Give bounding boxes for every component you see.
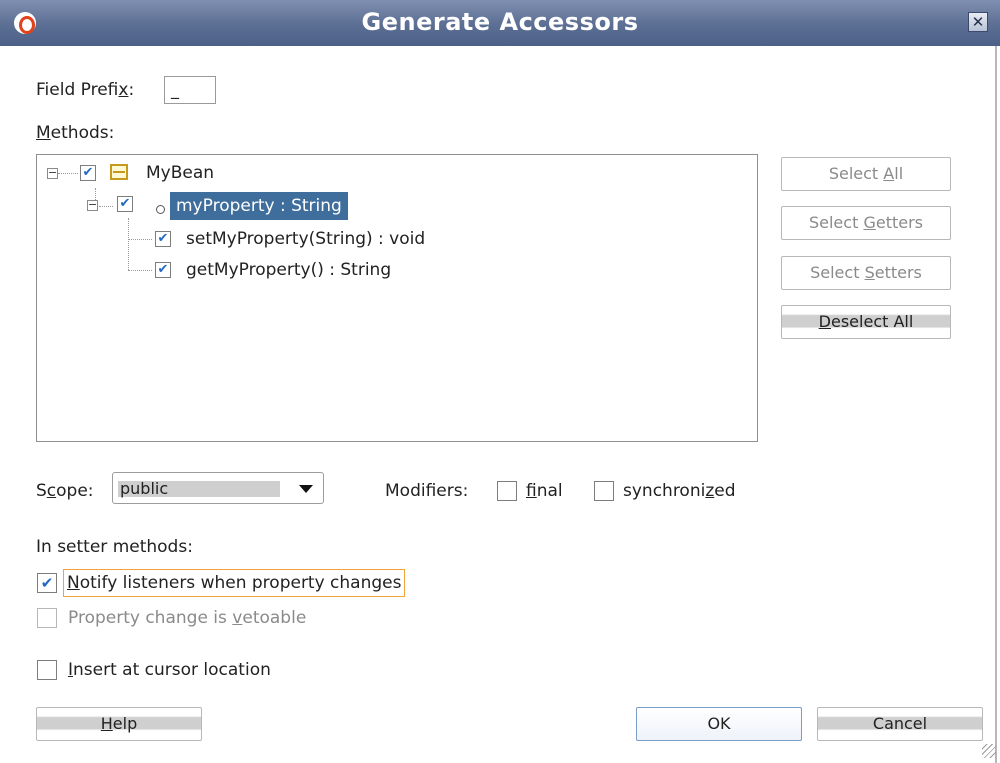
- notify-checkbox[interactable]: [37, 573, 57, 593]
- scope-value: public: [118, 481, 280, 497]
- vetoable-checkbox[interactable]: [37, 608, 57, 628]
- select-all-button[interactable]: Select All: [781, 157, 951, 191]
- final-label: final: [526, 481, 563, 501]
- close-icon[interactable]: ✕: [968, 12, 988, 32]
- getter-checkbox[interactable]: [155, 262, 171, 278]
- tree-property-label[interactable]: myProperty : String: [170, 192, 348, 220]
- modifiers-label: Modifiers:: [385, 481, 469, 501]
- field-icon: [156, 205, 165, 214]
- field-prefix-label: Field Prefix:: [36, 80, 135, 100]
- mybean-checkbox[interactable]: [80, 165, 96, 181]
- scope-select[interactable]: public: [112, 472, 324, 504]
- property-checkbox[interactable]: [117, 196, 133, 212]
- tree-connector: [58, 173, 78, 174]
- tree-setter-label[interactable]: setMyProperty(String) : void: [186, 229, 425, 249]
- window-title: Generate Accessors: [361, 8, 639, 36]
- tree-root-label[interactable]: MyBean: [146, 163, 214, 183]
- ok-button[interactable]: OK: [636, 707, 802, 741]
- setter-checkbox[interactable]: [155, 231, 171, 247]
- tree-connector: [128, 218, 129, 270]
- tree-getter-label[interactable]: getMyProperty() : String: [186, 260, 391, 280]
- field-prefix-input[interactable]: _: [164, 76, 216, 104]
- class-icon: [110, 164, 128, 180]
- deselect-all-button[interactable]: Deselect All: [781, 305, 951, 339]
- collapse-icon[interactable]: −: [47, 167, 58, 179]
- notify-label[interactable]: Notify listeners when property changes: [63, 569, 406, 597]
- methods-label: Methods:: [36, 123, 115, 143]
- help-button[interactable]: Help: [36, 707, 202, 741]
- final-checkbox[interactable]: [497, 481, 517, 501]
- chevron-down-icon: [299, 485, 313, 493]
- scope-label: Scope:: [36, 481, 94, 501]
- insert-cursor-checkbox[interactable]: [37, 660, 57, 680]
- vetoable-label: Property change is vetoable: [68, 608, 307, 628]
- oracle-logo-icon: [14, 12, 36, 34]
- insert-cursor-label: Insert at cursor location: [68, 660, 271, 680]
- select-getters-button[interactable]: Select Getters: [781, 206, 951, 240]
- synchronized-label: synchronized: [623, 481, 736, 501]
- tree-connector: [128, 239, 152, 240]
- setter-methods-label: In setter methods:: [36, 537, 193, 557]
- methods-tree[interactable]: [36, 154, 758, 442]
- collapse-icon[interactable]: −: [87, 199, 98, 211]
- tree-connector: [128, 270, 152, 271]
- cancel-button[interactable]: Cancel: [817, 707, 983, 741]
- select-setters-button[interactable]: Select Setters: [781, 256, 951, 290]
- tree-connector: [99, 206, 113, 207]
- resize-grip-icon[interactable]: [982, 744, 996, 758]
- synchronized-checkbox[interactable]: [594, 481, 614, 501]
